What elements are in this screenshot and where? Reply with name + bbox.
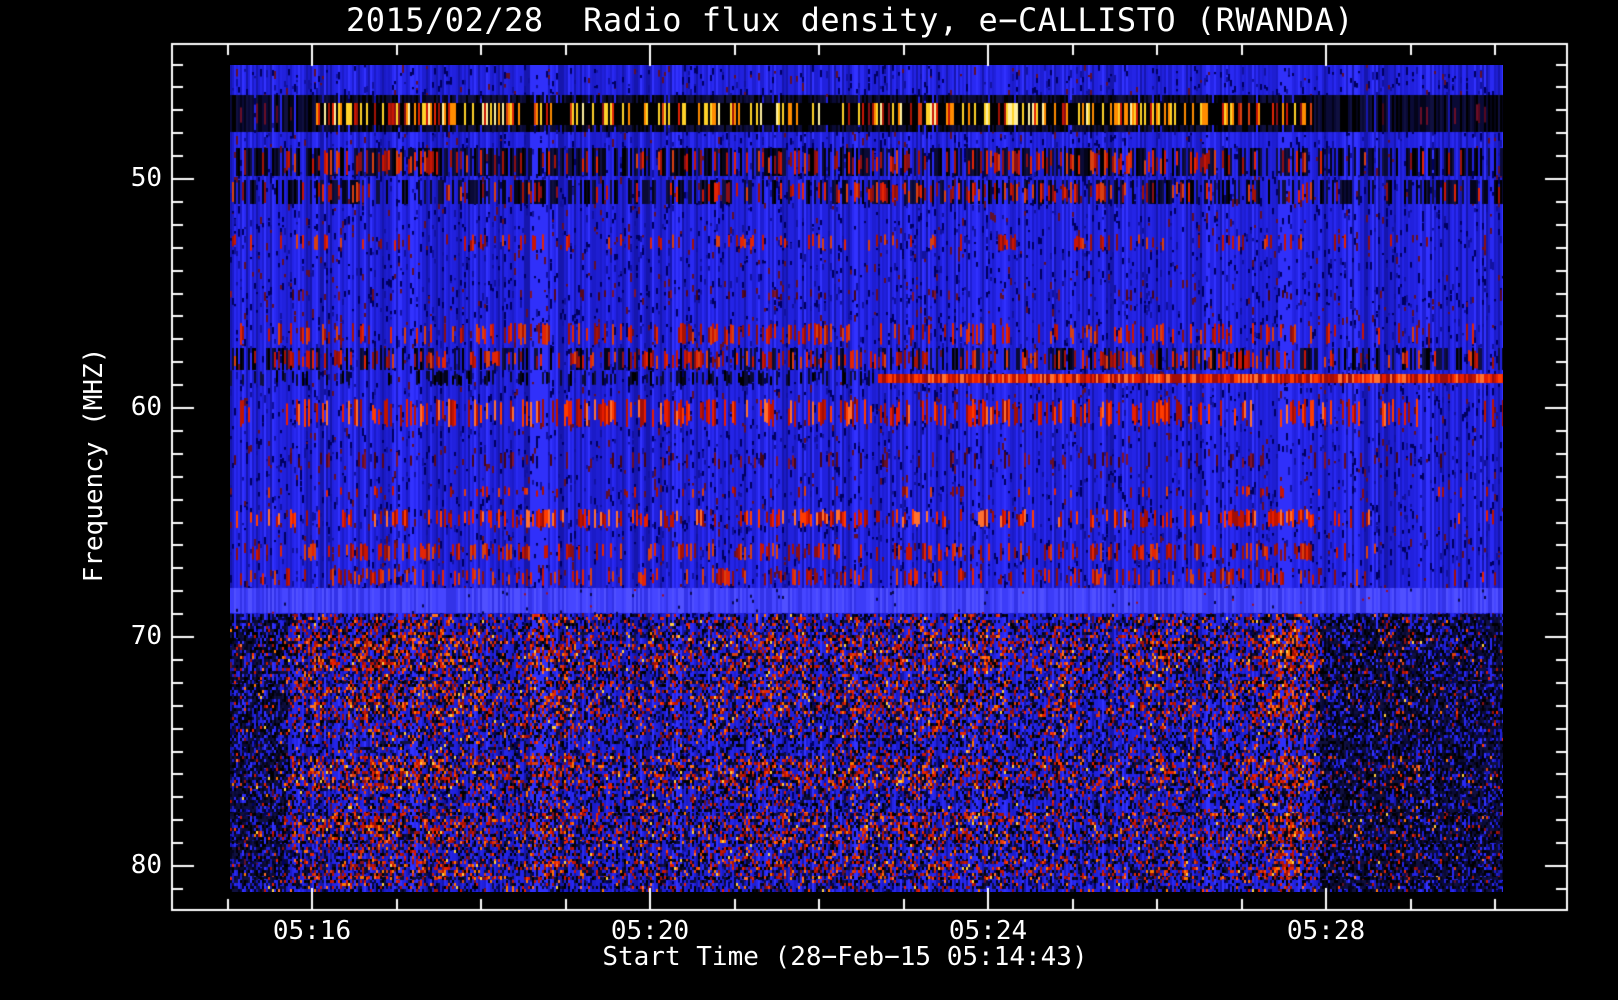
y-tick-label: 70 <box>92 621 162 651</box>
x-tick-label: 05:24 <box>918 916 1058 946</box>
spectrogram-window: 2015/02/28 Radio flux density, e−CALLIST… <box>0 0 1618 1000</box>
y-tick-label: 80 <box>92 850 162 880</box>
x-tick-label: 05:16 <box>242 916 382 946</box>
x-tick-label: 05:20 <box>580 916 720 946</box>
axes-frame <box>0 0 1618 1000</box>
y-tick-label: 60 <box>92 392 162 422</box>
x-axis-label: Start Time (28−Feb−15 05:14:43) <box>172 942 1518 972</box>
y-tick-label: 50 <box>92 163 162 193</box>
x-tick-label: 05:28 <box>1256 916 1396 946</box>
y-axis-label: Frequency (MHZ) <box>79 348 109 583</box>
plot-title: 2015/02/28 Radio flux density, e−CALLIST… <box>172 1 1528 39</box>
